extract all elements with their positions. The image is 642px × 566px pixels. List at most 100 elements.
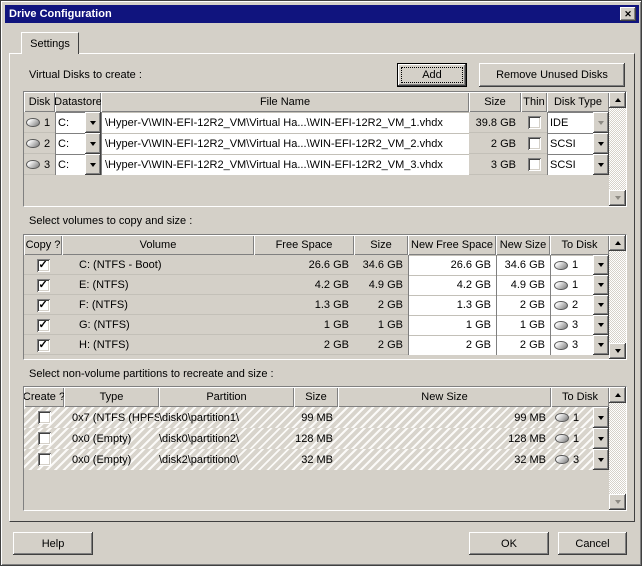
tab-settings[interactable]: Settings	[21, 32, 79, 54]
copy-checkbox[interactable]	[37, 339, 50, 352]
chevron-down-icon[interactable]	[593, 407, 609, 428]
datastore-combobox[interactable]: C:	[55, 154, 101, 175]
copy-checkbox[interactable]	[37, 319, 50, 332]
to-disk-combobox[interactable]: 1	[550, 255, 609, 275]
size-value: 2 GB	[354, 295, 408, 315]
col-header-new-free-space[interactable]: New Free Space	[408, 235, 496, 255]
col-header-size[interactable]: Size	[469, 92, 521, 112]
new-size-field[interactable]: 34.6 GB	[496, 255, 550, 275]
datastore-combobox[interactable]: C:	[55, 133, 101, 154]
col-header-create[interactable]: Create ?	[24, 387, 64, 407]
chevron-down-icon	[593, 112, 609, 133]
to-disk-combobox[interactable]: 1	[551, 407, 609, 428]
new-free-space-field[interactable]: 4.2 GB	[408, 275, 496, 295]
thin-checkbox[interactable]	[528, 116, 541, 129]
col-header-new-size[interactable]: New Size	[338, 387, 551, 407]
new-size-field[interactable]: 4.9 GB	[496, 275, 550, 295]
scrollbar[interactable]	[609, 387, 626, 510]
col-header-disk[interactable]: Disk	[24, 92, 55, 112]
ok-button[interactable]: OK	[469, 532, 549, 555]
chevron-down-icon[interactable]	[593, 255, 609, 275]
scroll-down-icon[interactable]	[609, 494, 626, 510]
to-disk-combobox[interactable]: 1	[550, 275, 609, 295]
add-button[interactable]: Add	[397, 63, 467, 87]
chevron-down-icon[interactable]	[593, 428, 609, 449]
col-header-to-disk[interactable]: To Disk	[550, 235, 609, 255]
new-size-field[interactable]: 1 GB	[496, 315, 550, 335]
chevron-down-icon[interactable]	[593, 335, 609, 355]
thin-checkbox[interactable]	[528, 137, 541, 150]
chevron-down-icon[interactable]	[593, 315, 609, 335]
scrollbar-track[interactable]	[609, 403, 626, 494]
col-header-type[interactable]: Type	[64, 387, 159, 407]
scrollbar[interactable]	[609, 92, 626, 206]
new-size-field[interactable]: 2 GB	[496, 295, 550, 315]
size-value: 1 GB	[354, 315, 408, 335]
col-header-file-name[interactable]: File Name	[101, 92, 469, 112]
file-name-field[interactable]: \Hyper-V\WIN-EFI-12R2_VM\Virtual Ha...\W…	[101, 154, 469, 175]
col-header-volume[interactable]: Volume	[62, 235, 254, 255]
scrollbar[interactable]	[609, 235, 626, 359]
col-header-new-size[interactable]: New Size	[496, 235, 550, 255]
col-header-partition[interactable]: Partition	[159, 387, 294, 407]
copy-checkbox[interactable]	[37, 299, 50, 312]
chevron-down-icon[interactable]	[593, 275, 609, 295]
partition-type: 0x0 (Empty)	[64, 449, 159, 470]
chevron-down-icon[interactable]	[85, 112, 101, 133]
to-disk-combobox[interactable]: 3	[550, 315, 609, 335]
col-header-to-disk[interactable]: To Disk	[551, 387, 609, 407]
scroll-down-icon[interactable]	[609, 343, 626, 359]
close-icon[interactable]: ✕	[620, 7, 636, 21]
col-header-free-space[interactable]: Free Space	[254, 235, 354, 255]
chevron-down-icon[interactable]	[85, 154, 101, 175]
new-free-space-field[interactable]: 1.3 GB	[408, 295, 496, 315]
disk-type-combobox[interactable]: SCSI	[547, 154, 609, 175]
copy-checkbox[interactable]	[37, 279, 50, 292]
scrollbar-track[interactable]	[609, 108, 626, 190]
to-disk-value: 1	[572, 259, 593, 271]
col-header-datastore[interactable]: Datastore	[55, 92, 101, 112]
remove-unused-disks-button[interactable]: Remove Unused Disks	[479, 63, 625, 87]
copy-checkbox[interactable]	[37, 259, 50, 272]
create-checkbox[interactable]	[38, 411, 51, 424]
col-header-thin[interactable]: Thin	[521, 92, 547, 112]
thin-checkbox[interactable]	[528, 158, 541, 171]
chevron-down-icon[interactable]	[85, 133, 101, 154]
to-disk-combobox[interactable]: 2	[550, 295, 609, 315]
new-free-space-field[interactable]: 1 GB	[408, 315, 496, 335]
col-header-size[interactable]: Size	[294, 387, 338, 407]
scroll-up-icon[interactable]	[609, 235, 626, 251]
cancel-button-label: Cancel	[575, 538, 609, 550]
volume-name: G: (NTFS)	[62, 315, 254, 335]
datastore-value: C:	[55, 159, 85, 171]
new-free-space-field[interactable]: 26.6 GB	[408, 255, 496, 275]
to-disk-combobox[interactable]: 3	[551, 449, 609, 470]
create-checkbox[interactable]	[38, 453, 51, 466]
disk-type-combobox[interactable]: SCSI	[547, 133, 609, 154]
chevron-down-icon[interactable]	[593, 449, 609, 470]
scroll-up-icon[interactable]	[609, 92, 626, 108]
new-size-field[interactable]: 2 GB	[496, 335, 550, 355]
scrollbar-track[interactable]	[609, 251, 626, 343]
file-name-field[interactable]: \Hyper-V\WIN-EFI-12R2_VM\Virtual Ha...\W…	[101, 112, 469, 133]
new-free-space-field[interactable]: 2 GB	[408, 335, 496, 355]
file-name-field[interactable]: \Hyper-V\WIN-EFI-12R2_VM\Virtual Ha...\W…	[101, 133, 469, 154]
focus-rect	[401, 67, 463, 83]
disk-type-combobox[interactable]: IDE	[547, 112, 609, 133]
scroll-down-icon[interactable]	[609, 190, 626, 206]
cancel-button[interactable]: Cancel	[558, 532, 627, 555]
col-header-size[interactable]: Size	[354, 235, 408, 255]
scroll-up-icon[interactable]	[609, 387, 626, 403]
chevron-down-icon[interactable]	[593, 295, 609, 315]
col-header-disk-type[interactable]: Disk Type	[547, 92, 609, 112]
volumes-label: Select volumes to copy and size :	[29, 215, 192, 228]
chevron-down-icon[interactable]	[593, 154, 609, 175]
to-disk-combobox[interactable]: 3	[550, 335, 609, 355]
datastore-combobox[interactable]: C:	[55, 112, 101, 133]
help-button[interactable]: Help	[13, 532, 93, 555]
col-header-copy[interactable]: Copy ?	[24, 235, 62, 255]
create-checkbox[interactable]	[38, 432, 51, 445]
disk-type-value: SCSI	[547, 159, 593, 171]
chevron-down-icon[interactable]	[593, 133, 609, 154]
to-disk-combobox[interactable]: 1	[551, 428, 609, 449]
